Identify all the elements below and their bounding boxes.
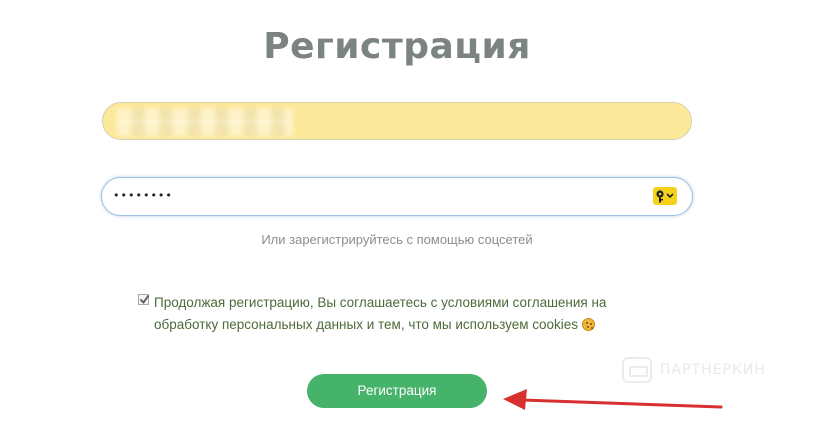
watermark-text: ПАРТНЕРКИН	[660, 362, 766, 378]
page-title: Регистрация	[263, 26, 531, 67]
agreement-text-block: Продолжая регистрацию, Вы соглашаетесь с…	[154, 292, 674, 336]
agreement-text: Продолжая регистрацию, Вы соглашаетесь с…	[154, 295, 607, 332]
register-button[interactable]: Регистрация	[307, 374, 487, 408]
password-field[interactable]: ••••••••	[101, 177, 693, 216]
key-icon	[656, 190, 674, 203]
password-manager-button[interactable]	[653, 187, 677, 205]
social-signup-text: Или зарегистрируйтесь с помощью соцсетей	[261, 232, 533, 247]
password-value: ••••••••	[113, 189, 173, 202]
checkmark-icon	[139, 294, 150, 304]
email-field[interactable]	[102, 102, 692, 140]
watermark-logo-icon	[622, 357, 652, 383]
agreement-checkbox[interactable]	[138, 294, 150, 305]
registration-page: Регистрация •••••••• Или зарегистрируйте…	[0, 0, 836, 444]
redacted-email-value	[117, 108, 293, 136]
cookie-icon	[582, 318, 596, 331]
watermark: ПАРТНЕРКИН	[622, 357, 822, 385]
